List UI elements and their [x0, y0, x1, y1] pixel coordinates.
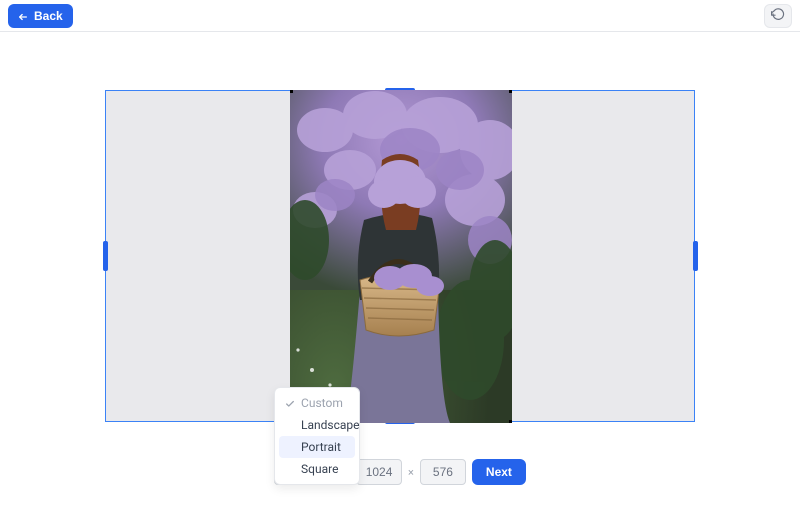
outpaint-canvas[interactable]	[105, 90, 695, 422]
back-label: Back	[34, 9, 63, 23]
top-bar: Back	[0, 0, 800, 32]
canvas-handle-left[interactable]	[103, 241, 108, 271]
aspect-item-label: Custom	[301, 396, 343, 410]
editor-stage: Portrait Custom Landscape Portrait	[0, 32, 800, 489]
aspect-item-label: Portrait	[301, 440, 341, 454]
aspect-item-portrait[interactable]: Portrait	[279, 436, 355, 458]
width-field[interactable]	[356, 459, 402, 485]
undo-button[interactable]	[764, 4, 792, 28]
aspect-dropdown: Portrait Custom Landscape Portrait	[274, 459, 350, 485]
aspect-item-custom: Custom	[279, 392, 355, 414]
height-field[interactable]	[420, 459, 466, 485]
bottom-toolbar: Portrait Custom Landscape Portrait	[0, 459, 800, 485]
image-handle-top-right[interactable]	[509, 90, 512, 93]
check-icon	[285, 398, 295, 408]
undo-icon	[771, 7, 785, 24]
next-button[interactable]: Next	[472, 459, 526, 485]
aspect-item-label: Square	[301, 462, 338, 476]
back-button[interactable]: Back	[8, 4, 73, 28]
aspect-item-square[interactable]: Square	[279, 458, 355, 480]
aspect-popup: Custom Landscape Portrait Square	[274, 387, 360, 485]
image-handle-top-left[interactable]	[290, 90, 293, 93]
aspect-item-landscape[interactable]: Landscape	[279, 414, 355, 436]
image-handle-bottom-right[interactable]	[509, 420, 512, 423]
next-label: Next	[486, 465, 512, 479]
source-image[interactable]	[290, 90, 512, 423]
aspect-item-label: Landscape	[301, 418, 360, 432]
dimension-separator: ×	[408, 466, 414, 479]
canvas-handle-right[interactable]	[693, 241, 698, 271]
arrow-left-icon	[18, 11, 28, 21]
